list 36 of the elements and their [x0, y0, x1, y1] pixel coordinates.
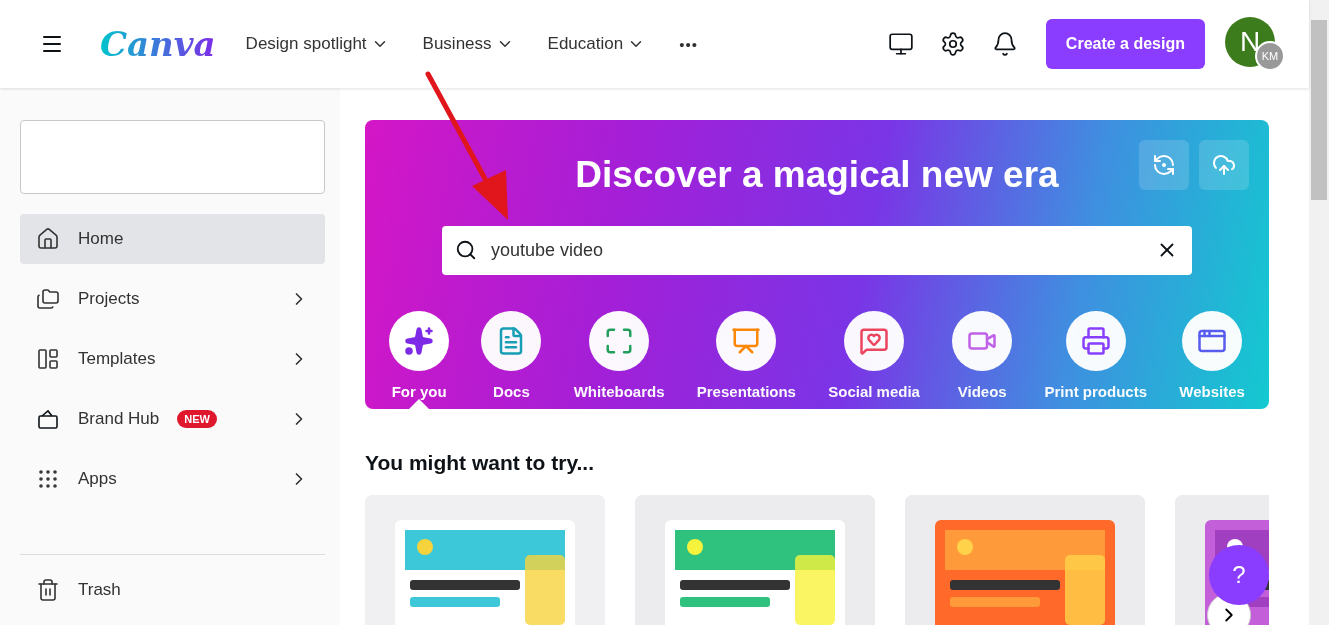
category-tab[interactable]: Print products [1044, 311, 1147, 409]
sidebar-item[interactable]: Apps [20, 454, 325, 504]
new-badge: NEW [177, 410, 217, 428]
category-tab[interactable]: Whiteboards [573, 311, 665, 409]
search-icon [455, 239, 477, 261]
layout-icon [36, 347, 60, 371]
present-icon [731, 326, 762, 356]
more-menu[interactable]: ••• [679, 35, 698, 53]
search-field[interactable]: youtube video [442, 226, 1192, 275]
resize-button[interactable] [1139, 140, 1189, 190]
folder-icon [36, 287, 60, 311]
nav-menu[interactable]: Design spotlight [245, 34, 389, 54]
trash-icon [36, 578, 60, 602]
board-icon [604, 326, 635, 356]
upload-icon [1212, 153, 1236, 177]
sidebar-item[interactable]: Brand Hub NEW [20, 394, 325, 444]
create-design-button[interactable]: Create a design [1045, 19, 1205, 69]
print-icon [1080, 326, 1111, 356]
nav-menu[interactable]: Education [547, 34, 646, 54]
heart-icon [859, 326, 890, 356]
brand-kit-icon [36, 407, 60, 431]
sidebar-item[interactable]: Home [20, 214, 325, 264]
sidebar-item[interactable]: Templates [20, 334, 325, 384]
section-title: You might want to try... [365, 450, 596, 475]
hero-title: Discover a magical new era [575, 154, 1059, 196]
sidebar-item[interactable]: Trash [20, 565, 325, 615]
selected-pointer [409, 398, 430, 409]
sidebar-item[interactable]: Projects [20, 274, 325, 324]
scrollbar[interactable] [1309, 0, 1329, 625]
category-tab[interactable]: Presentations [696, 311, 796, 409]
sparkle-icon [404, 326, 435, 356]
category-tab[interactable]: Social media [828, 311, 920, 409]
resize-icon [1152, 153, 1176, 177]
nav-menu[interactable]: Business [422, 34, 514, 54]
home-icon [36, 227, 60, 251]
grid-icon [36, 467, 60, 491]
